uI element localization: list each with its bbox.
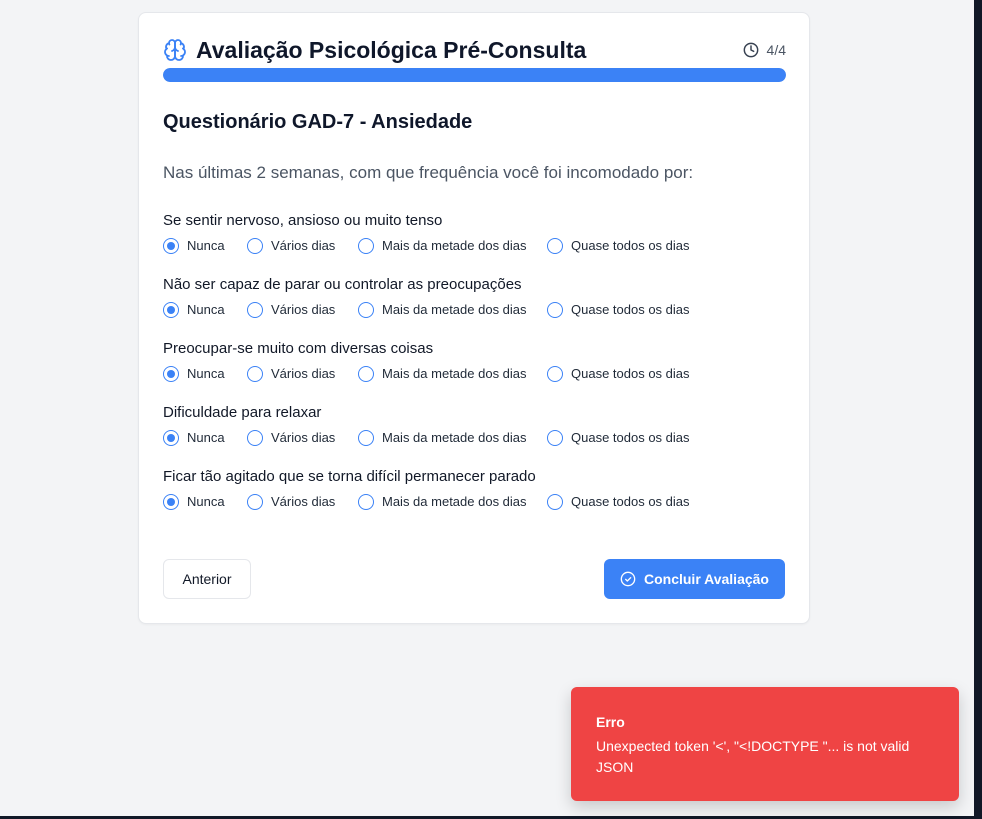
step-indicator: 4/4 — [743, 41, 786, 59]
question-text: Dificuldade para relaxar — [163, 404, 322, 421]
option-label: Mais da metade dos dias — [382, 302, 527, 317]
radio-button[interactable] — [547, 302, 563, 318]
question-item: Ficar tão agitado que se torna difícil p… — [163, 467, 786, 523]
answer-option[interactable]: Vários dias — [247, 429, 335, 447]
radio-button[interactable] — [247, 302, 263, 318]
answer-option[interactable]: Quase todos os dias — [547, 365, 690, 383]
radio-button[interactable] — [247, 366, 263, 382]
answer-option[interactable]: Nunca — [163, 429, 225, 447]
radio-button[interactable] — [163, 302, 179, 318]
radio-button[interactable] — [163, 494, 179, 510]
option-label: Mais da metade dos dias — [382, 430, 527, 445]
toast-title: Erro — [596, 714, 625, 730]
question-text: Não ser capaz de parar ou controlar as p… — [163, 276, 522, 293]
answer-option[interactable]: Nunca — [163, 301, 225, 319]
answer-option[interactable]: Mais da metade dos dias — [358, 301, 527, 319]
option-label: Mais da metade dos dias — [382, 494, 527, 509]
option-label: Quase todos os dias — [571, 430, 690, 445]
error-toast[interactable]: Erro Unexpected token '<', "<!DOCTYPE ".… — [571, 687, 959, 801]
section-title: Questionário GAD-7 - Ansiedade — [163, 111, 473, 133]
question-text: Ficar tão agitado que se torna difícil p… — [163, 468, 536, 485]
question-text: Preocupar-se muito com diversas coisas — [163, 340, 434, 357]
step-counter: 4/4 — [766, 42, 786, 58]
answer-option[interactable]: Mais da metade dos dias — [358, 237, 527, 255]
radio-button[interactable] — [547, 430, 563, 446]
option-label: Vários dias — [271, 430, 336, 445]
answer-option[interactable]: Vários dias — [247, 301, 335, 319]
option-label: Quase todos os dias — [571, 366, 690, 381]
answer-option[interactable]: Vários dias — [247, 237, 335, 255]
answer-option[interactable]: Nunca — [163, 365, 225, 383]
option-label: Nunca — [187, 430, 225, 445]
option-label: Mais da metade dos dias — [382, 238, 527, 253]
radio-button[interactable] — [358, 302, 374, 318]
option-label: Nunca — [187, 238, 225, 253]
radio-button[interactable] — [358, 430, 374, 446]
radio-button[interactable] — [358, 366, 374, 382]
radio-button[interactable] — [163, 238, 179, 254]
answer-option[interactable]: Quase todos os dias — [547, 237, 690, 255]
answer-option[interactable]: Nunca — [163, 493, 225, 511]
option-label: Vários dias — [271, 302, 336, 317]
radio-button[interactable] — [163, 430, 179, 446]
option-label: Mais da metade dos dias — [382, 366, 527, 381]
assessment-card: Avaliação Psicológica Pré-Consulta 4/4 Q… — [138, 12, 810, 624]
option-label: Nunca — [187, 366, 225, 381]
option-label: Vários dias — [271, 238, 336, 253]
radio-button[interactable] — [547, 494, 563, 510]
radio-button[interactable] — [547, 366, 563, 382]
question-text: Se sentir nervoso, ansioso ou muito tens… — [163, 212, 443, 229]
instruction-text: Nas últimas 2 semanas, com que frequênci… — [163, 163, 694, 182]
toast-message: Unexpected token '<', "<!DOCTYPE "... is… — [596, 738, 910, 775]
question-item: Não ser capaz de parar ou controlar as p… — [163, 275, 786, 331]
check-circle-icon — [620, 571, 636, 587]
radio-button[interactable] — [358, 494, 374, 510]
option-label: Nunca — [187, 494, 225, 509]
card-header: Avaliação Psicológica Pré-Consulta 4/4 — [163, 35, 786, 65]
radio-button[interactable] — [247, 494, 263, 510]
radio-button[interactable] — [247, 430, 263, 446]
option-label: Vários dias — [271, 494, 336, 509]
finish-button-label: Concluir Avaliação — [643, 571, 769, 587]
answer-option[interactable]: Mais da metade dos dias — [358, 429, 527, 447]
question-item: Dificuldade para relaxar Nunca Vários dias… — [163, 403, 786, 459]
question-item: Preocupar-se muito com diversas coisas Nu… — [163, 339, 786, 395]
answer-option[interactable]: Vários dias — [247, 365, 335, 383]
clock-icon — [743, 42, 758, 58]
answer-option[interactable]: Nunca — [163, 237, 225, 255]
radio-button[interactable] — [358, 238, 374, 254]
radio-button[interactable] — [247, 238, 263, 254]
window-edge-right — [974, 0, 982, 819]
radio-button[interactable] — [547, 238, 563, 254]
progress-bar-fill — [163, 68, 786, 82]
option-label: Quase todos os dias — [571, 238, 690, 253]
option-label: Quase todos os dias — [571, 302, 690, 317]
page-title: Avaliação Psicológica Pré-Consulta — [196, 37, 587, 63]
option-label: Quase todos os dias — [571, 494, 690, 509]
option-label: Nunca — [187, 302, 225, 317]
brain-icon — [164, 39, 186, 61]
previous-button[interactable]: Anterior — [163, 559, 251, 599]
answer-option[interactable]: Quase todos os dias — [547, 493, 690, 511]
option-label: Vários dias — [271, 366, 336, 381]
answer-option[interactable]: Mais da metade dos dias — [358, 365, 527, 383]
radio-button[interactable] — [163, 366, 179, 382]
answer-option[interactable]: Quase todos os dias — [547, 429, 690, 447]
answer-option[interactable]: Quase todos os dias — [547, 301, 690, 319]
answer-option[interactable]: Vários dias — [247, 493, 335, 511]
question-item: Se sentir nervoso, ansioso ou muito tens… — [163, 211, 786, 267]
answer-option[interactable]: Mais da metade dos dias — [358, 493, 527, 511]
progress-bar — [163, 68, 786, 82]
finish-assessment-button[interactable]: Concluir Avaliação — [604, 559, 785, 599]
